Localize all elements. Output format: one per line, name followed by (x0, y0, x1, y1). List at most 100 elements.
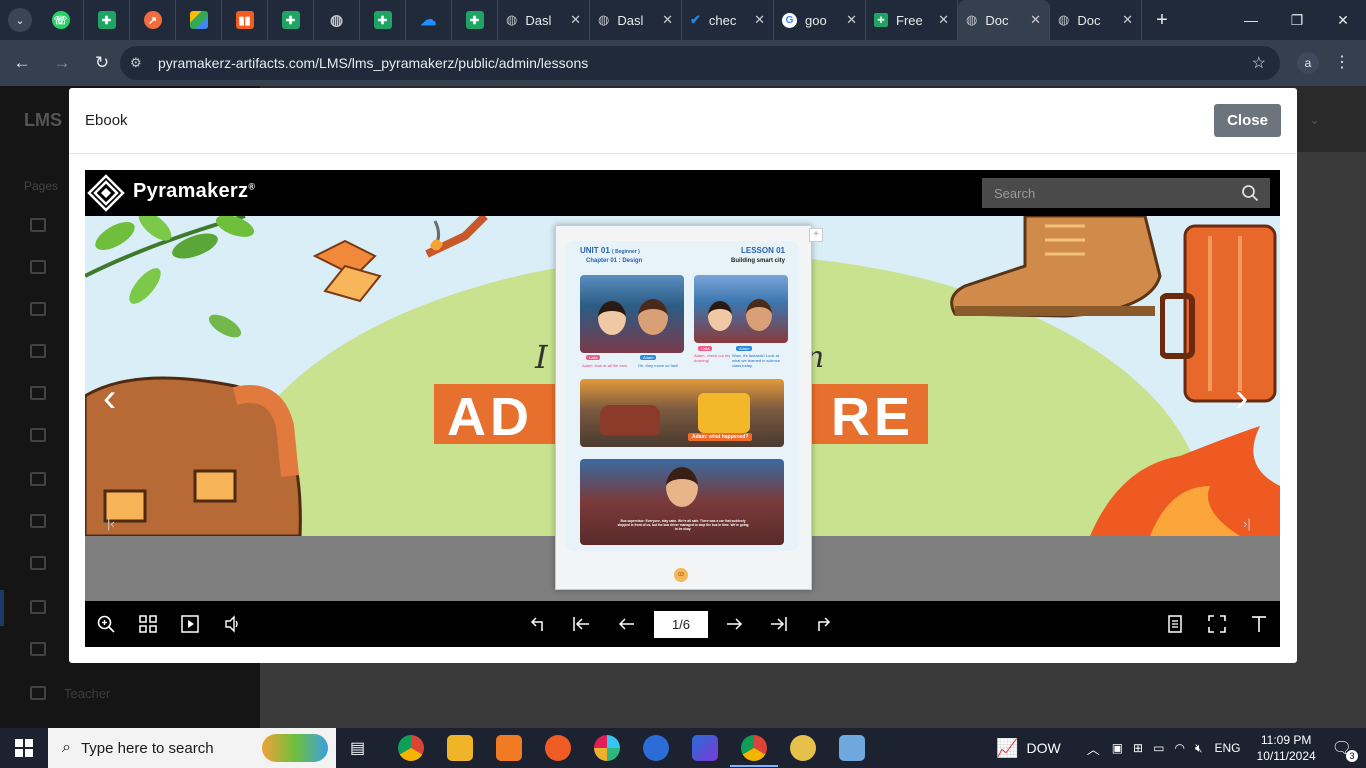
text-mode-button[interactable] (1247, 612, 1271, 636)
search-icon[interactable] (1241, 184, 1259, 202)
next-page-button[interactable] (722, 612, 746, 636)
viewer-header: Pyramakerz® (85, 170, 1280, 216)
next-page-arrow-icon[interactable]: › (1235, 376, 1248, 421)
file-explorer-icon[interactable] (447, 735, 473, 761)
close-tab-icon[interactable]: ✕ (938, 12, 949, 28)
pinned-tab-onedrive[interactable]: ☁ (406, 0, 452, 40)
pinned-tab-globe[interactable]: ◍ (314, 0, 360, 40)
forward-button[interactable]: → (44, 45, 80, 81)
last-page-small-icon[interactable]: ›| (1243, 516, 1251, 531)
cover-title-left: AD (447, 387, 533, 447)
start-button[interactable] (0, 728, 48, 768)
tab-dash-1[interactable]: ◍ Dasl ✕ (498, 0, 590, 40)
close-tab-icon[interactable]: ✕ (754, 12, 765, 28)
battery-icon[interactable]: ▭ (1153, 741, 1164, 755)
close-tab-icon[interactable]: ✕ (1030, 12, 1041, 28)
pinned-tab-sheets-4[interactable]: ✚ (452, 0, 498, 40)
slack-icon[interactable] (594, 735, 620, 761)
tab-free[interactable]: ✚ Free ✕ (866, 0, 958, 40)
reload-button[interactable]: ↻ (84, 45, 120, 81)
tab-google[interactable]: Ggoo ✕ (774, 0, 866, 40)
previous-page-button[interactable] (615, 612, 639, 636)
brand-name: Pyramakerz® (133, 180, 256, 202)
new-tab-button[interactable]: + (1142, 9, 1182, 32)
page-number-input[interactable] (654, 611, 708, 638)
prev-page-arrow-icon[interactable]: ‹ (103, 376, 116, 421)
show-hidden-icons-icon[interactable]: ︿ (1087, 739, 1100, 758)
pinned-tabs: ☏ ✚ ↗ ▮▮ ✚ ◍ ✚ ☁ ✚ (38, 0, 498, 40)
site-info-icon[interactable]: ⚙ (130, 55, 150, 71)
profile-avatar[interactable]: a (1297, 52, 1319, 74)
sidebar-item-teacher[interactable]: Teacher (64, 686, 110, 701)
pinned-tab-sheets-3[interactable]: ✚ (360, 0, 406, 40)
close-tab-icon[interactable]: ✕ (846, 12, 857, 28)
pinned-tab-trello[interactable]: ▮▮ (222, 0, 268, 40)
pinned-tab-whatsapp[interactable]: ☏ (38, 0, 84, 40)
address-bar: ← → ↻ ⚙ pyramakerz-artifacts.com/LMS/lms… (0, 40, 1366, 86)
close-window-icon[interactable]: ✕ (1320, 0, 1366, 40)
sheets-icon: ✚ (465, 11, 484, 29)
volume-muted-icon[interactable]: 🔇︎ (1195, 741, 1203, 756)
undo-button[interactable] (525, 612, 549, 636)
stock-ticker[interactable]: DOW (1026, 740, 1060, 756)
tab-search-button[interactable]: ⌄ (8, 8, 32, 32)
wifi-icon[interactable]: ◠ (1174, 741, 1184, 755)
thumbnails-button[interactable] (136, 612, 160, 636)
close-tab-icon[interactable]: ✕ (1122, 12, 1133, 28)
close-button[interactable]: Close (1214, 104, 1281, 137)
app-orange-icon[interactable] (496, 735, 522, 761)
last-page-button[interactable] (767, 612, 791, 636)
sheets-icon: ✚ (281, 11, 300, 29)
meet-now-icon[interactable]: ▣ (1112, 741, 1123, 755)
active-app-indicator (730, 765, 778, 767)
network-warning-icon[interactable]: ⊞ (1133, 741, 1143, 755)
notifications-icon[interactable]: 🗨︎ 3 (1332, 738, 1358, 762)
comic-panel-4: Bus supervisor: Everyone, stay calm. We'… (580, 459, 784, 545)
app-blue-icon[interactable] (839, 735, 865, 761)
taskbar-search-box[interactable]: ⌕ Type here to search (48, 728, 336, 768)
close-tab-icon[interactable]: ✕ (570, 12, 581, 28)
pinned-tab-sheets-2[interactable]: ✚ (268, 0, 314, 40)
clock[interactable]: 11:09 PM 10/11/2024 (1257, 732, 1316, 764)
browser-menu-icon[interactable]: ⋮ (1334, 52, 1350, 72)
zoom-in-button[interactable] (94, 612, 118, 636)
app-postman-icon[interactable] (545, 735, 571, 761)
first-page-button[interactable] (569, 612, 593, 636)
pinned-tab-app[interactable]: ↗ (130, 0, 176, 40)
table-of-contents-button[interactable] (1163, 612, 1187, 636)
omnibox[interactable]: ⚙ pyramakerz-artifacts.com/LMS/lms_pyram… (120, 46, 1280, 80)
stock-chart-icon[interactable]: 📈 (996, 738, 1018, 759)
user-menu-chevron-icon[interactable]: ⌄ (1309, 112, 1320, 128)
back-button[interactable]: ← (4, 45, 40, 81)
lesson-label: LESSON 01 (740, 246, 785, 255)
thermos-illustration (1160, 224, 1277, 403)
tab-doc[interactable]: ◍ Doc ✕ (1050, 0, 1142, 40)
character-adam (638, 299, 668, 335)
app-a-icon[interactable] (643, 735, 669, 761)
restore-icon[interactable]: ❐ (1274, 0, 1320, 40)
minimize-icon[interactable]: — (1228, 0, 1274, 40)
input-language[interactable]: ENG (1215, 741, 1241, 755)
campfire-illustration (1090, 426, 1280, 536)
autoplay-button[interactable] (178, 612, 202, 636)
book-page[interactable]: + UNIT 01 ( Beginner ) LESSON 01 Chapter… (555, 225, 823, 590)
sound-button[interactable] (220, 612, 244, 636)
chrome-profile-icon[interactable] (741, 735, 767, 761)
task-view-icon[interactable]: ▤ (350, 738, 370, 758)
close-tab-icon[interactable]: ✕ (662, 12, 673, 28)
pinned-tab-drive[interactable] (176, 0, 222, 40)
flipbook-search-input[interactable] (982, 178, 1270, 208)
pinned-tab-sheets[interactable]: ✚ (84, 0, 130, 40)
zoom-page-icon[interactable]: + (809, 228, 823, 242)
bookmark-star-icon[interactable]: ☆ (1252, 53, 1266, 73)
url-text[interactable]: pyramakerz-artifacts.com/LMS/lms_pyramak… (158, 55, 588, 71)
tab-dash-2[interactable]: ◍ Dasl ✕ (590, 0, 682, 40)
first-page-small-icon[interactable]: |‹ (107, 516, 115, 531)
chrome-taskbar-icon[interactable] (398, 735, 424, 761)
app-copilot-icon[interactable] (692, 735, 718, 761)
fullscreen-button[interactable] (1205, 612, 1229, 636)
redo-button[interactable] (812, 612, 836, 636)
tab-check[interactable]: ✔ chec ✕ (682, 0, 774, 40)
paint-icon[interactable] (790, 735, 816, 761)
tab-doc-active[interactable]: ◍ Doc ✕ (958, 0, 1050, 40)
